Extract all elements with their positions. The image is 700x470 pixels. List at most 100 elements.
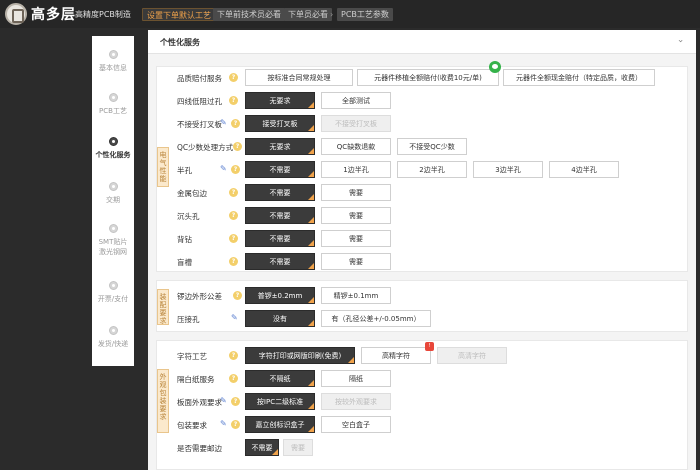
option-no-qc-shortage[interactable]: 不接受QC少数 [397, 138, 467, 155]
step-pcb-process[interactable]: PCB工艺 [92, 93, 134, 116]
help-icon[interactable]: ? [231, 420, 240, 429]
breadcrumb-order-notes[interactable]: 下单员必看 [284, 8, 332, 21]
row-label: 金属包边 [177, 189, 207, 198]
chevron-down-icon[interactable]: › [675, 39, 685, 43]
option-normal-routing[interactable]: 普锣±0.2mm [245, 287, 315, 304]
option-ipc-class-2[interactable]: 按IPC二级标准 [245, 393, 315, 410]
step-label: 个性化服务 [95, 151, 131, 159]
step-smt-stencil[interactable]: SMT贴片 激光钢网 [92, 224, 134, 257]
option-none[interactable]: 没有 [245, 310, 315, 327]
step-invoice-payment[interactable]: 开票/支付 [92, 281, 134, 304]
option-needed[interactable]: 需要 [321, 207, 391, 224]
breadcrumb-technician-notes[interactable]: 下单前技术员必看 [213, 8, 285, 21]
row-mail-edge: 是否需要邮边 不需要 需要 [157, 438, 687, 458]
option-qc-refund[interactable]: QC缺数退款 [321, 138, 391, 155]
option-needed[interactable]: 需要 [283, 439, 313, 456]
edit-icon[interactable]: ✎ [220, 419, 227, 428]
step-shipping[interactable]: 发货/快递 [92, 326, 134, 349]
help-icon[interactable]: ? [233, 142, 242, 151]
option-not-needed[interactable]: 不需要 [245, 439, 279, 456]
row-label: 盲槽 [177, 258, 192, 267]
option-no-requirement[interactable]: 无要求 [245, 92, 315, 109]
step-personal-service[interactable]: 个性化服务 [92, 137, 134, 160]
option-not-needed[interactable]: 不需要 [245, 161, 315, 178]
option-3-side[interactable]: 3边半孔 [473, 161, 543, 178]
option-not-needed[interactable]: 不需要 [245, 184, 315, 201]
help-icon[interactable]: ? [231, 119, 240, 128]
option-no-requirement[interactable]: 无要求 [245, 138, 315, 155]
chevron-right-icon: › [276, 10, 280, 19]
step-dot-icon [108, 281, 118, 290]
option-no-paper[interactable]: 不隔纸 [245, 370, 315, 387]
option-high-precision-silkscreen[interactable]: 高精字符 [361, 347, 431, 364]
option-has-press-fit[interactable]: 有（孔径公差+/-0.05mm） [321, 310, 431, 327]
help-icon[interactable]: ? [231, 165, 240, 174]
row-label: 隔白纸服务 [177, 375, 215, 384]
row-label: 是否需要邮边 [177, 444, 222, 453]
brand-logo-icon[interactable] [5, 3, 27, 25]
row-surface-appearance: 板面外观要求 ✎ ? 按IPC二级标准 按较外观要求 [157, 392, 687, 412]
step-dot-icon [108, 93, 118, 102]
option-needed[interactable]: 需要 [321, 184, 391, 201]
step-label: PCB工艺 [99, 107, 127, 115]
help-icon[interactable]: ? [233, 291, 242, 300]
help-icon[interactable]: ? [229, 73, 238, 82]
option-needed[interactable]: 需要 [321, 230, 391, 247]
edit-icon[interactable]: ✎ [220, 396, 227, 405]
panel-header[interactable]: 个性化服务 › [148, 30, 696, 54]
option-strict-appearance[interactable]: 按较外观要求 [321, 393, 391, 410]
option-standard-silkscreen[interactable]: 字符打印或网版印刷(免费) [245, 347, 355, 364]
step-sidebar: 基本信息 PCB工艺 个性化服务 交期 SMT贴片 激光钢网 开票/支付 发货/… [92, 36, 134, 366]
step-dot-icon [108, 50, 118, 59]
option-1-side[interactable]: 1边半孔 [321, 161, 391, 178]
brand-name: 高多层 [31, 7, 76, 23]
row-packaging: 包装要求 ✎ ? 嘉立创标识盒子 空白盒子 [157, 415, 687, 435]
brand-subtitle: 高精度PCB制造 [75, 10, 131, 19]
group-assembly: 装配要求 锣边外形公差 ? 普锣±0.2mm 精锣±0.1mm 压接孔 ✎ 没有… [156, 280, 688, 332]
personal-service-panel: 个性化服务 › 电气性能 品质赔付服务 ? 按标准合同常规处理 元器件移植全额赔… [148, 30, 696, 470]
step-label: 发货/快递 [97, 340, 129, 348]
option-reject-x-out[interactable]: 不接受打叉板 [321, 115, 391, 132]
option-test-all[interactable]: 全部测试 [321, 92, 391, 109]
option-branded-box[interactable]: 嘉立创标识盒子 [245, 416, 315, 433]
row-back-drill: 背钻 ? 不需要 需要 [157, 229, 687, 249]
option-precise-routing[interactable]: 精锣±0.1mm [321, 287, 391, 304]
step-dot-icon [108, 182, 118, 191]
help-icon[interactable]: ? [229, 374, 238, 383]
panel-title: 个性化服务 [160, 38, 200, 47]
help-icon[interactable]: ? [231, 397, 240, 406]
option-not-needed[interactable]: 不需要 [245, 207, 315, 224]
help-icon[interactable]: ? [229, 351, 238, 360]
option-needed[interactable]: 需要 [321, 253, 391, 270]
help-icon[interactable]: ? [229, 96, 238, 105]
row-label: 背钻 [177, 235, 192, 244]
edit-icon[interactable]: ✎ [220, 164, 227, 173]
option-2-side[interactable]: 2边半孔 [397, 161, 467, 178]
option-not-needed[interactable]: 不需要 [245, 230, 315, 247]
option-cash-compensation[interactable]: 元器件全额现金赔付（特定品质，收费） [503, 69, 655, 86]
option-hd-silkscreen[interactable]: 高清字符 [437, 347, 507, 364]
option-component-compensation[interactable]: 元器件移植全额赔付(收费10元/单) [357, 69, 499, 86]
step-label: 交期 [106, 196, 120, 204]
row-label: 沉头孔 [177, 212, 200, 221]
edit-icon[interactable]: ✎ [220, 118, 227, 127]
row-x-out-board: 不接受打叉板 ✎ ? 接受打叉板 不接受打叉板 [157, 114, 687, 134]
help-icon[interactable]: ? [229, 257, 238, 266]
option-accept-x-out[interactable]: 接受打叉板 [245, 115, 315, 132]
help-icon[interactable]: ? [229, 188, 238, 197]
row-metal-edge: 金属包边 ? 不需要 需要 [157, 183, 687, 203]
step-label: 基本信息 [99, 64, 127, 72]
step-basic-info[interactable]: 基本信息 [92, 50, 134, 73]
option-4-side[interactable]: 4边半孔 [549, 161, 619, 178]
row-quality-compensation: 品质赔付服务 ? 按标准合同常规处理 元器件移植全额赔付(收费10元/单) 元器… [157, 61, 687, 88]
option-blank-box[interactable]: 空白盒子 [321, 416, 391, 433]
help-icon[interactable]: ? [229, 211, 238, 220]
row-label: 压接孔 [177, 315, 200, 324]
chevron-right-icon: › [205, 10, 209, 19]
option-standard-contract[interactable]: 按标准合同常规处理 [245, 69, 353, 86]
step-delivery-time[interactable]: 交期 [92, 182, 134, 205]
help-icon[interactable]: ? [229, 234, 238, 243]
option-not-needed[interactable]: 不需要 [245, 253, 315, 270]
option-with-paper[interactable]: 隔纸 [321, 370, 391, 387]
edit-icon[interactable]: ✎ [231, 313, 238, 322]
